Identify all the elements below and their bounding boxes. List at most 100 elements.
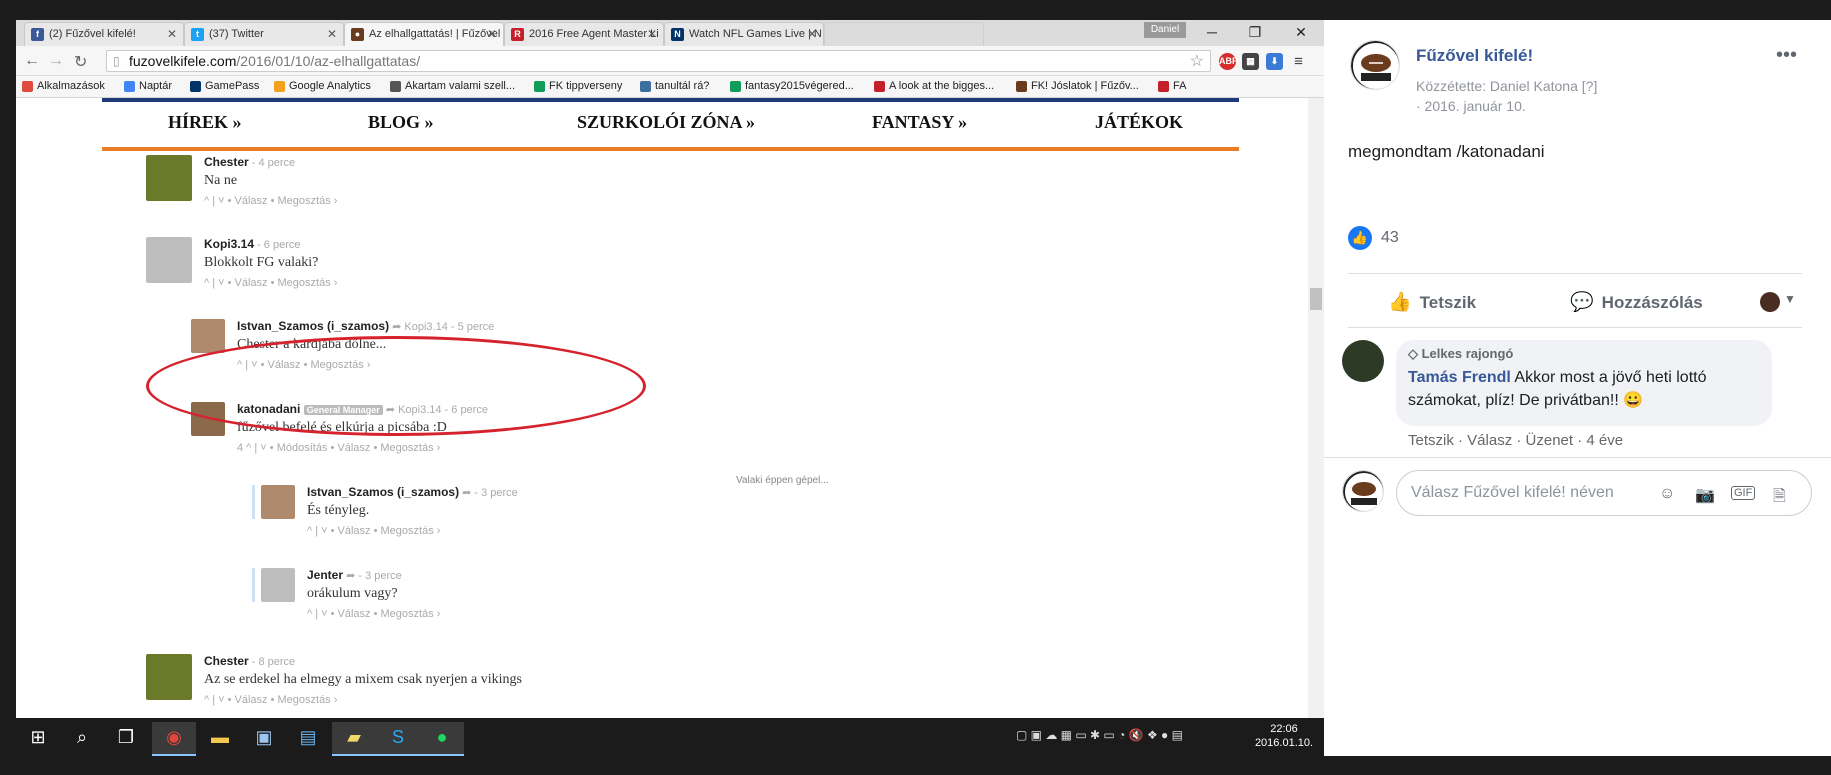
spotify-icon[interactable]: ● xyxy=(420,722,464,756)
nav-jatekok[interactable]: JÁTÉKOK xyxy=(1095,112,1183,133)
comment-actions[interactable]: ^ | ˅ • Válasz • Megosztás › xyxy=(307,608,440,620)
like-reaction-icon: 👍 xyxy=(1348,226,1372,250)
commenter-avatar[interactable] xyxy=(1342,340,1384,382)
close-icon[interactable]: ✕ xyxy=(167,27,177,41)
menu-icon[interactable]: ≡ xyxy=(1290,53,1307,70)
close-icon[interactable]: ✕ xyxy=(807,27,817,41)
extension-icon[interactable]: ▦ xyxy=(1242,53,1259,70)
comment-author[interactable]: Chester - 8 perce xyxy=(204,654,295,668)
bookmark-fa[interactable]: FA xyxy=(1158,80,1186,92)
tab-twitter[interactable]: t (37) Twitter ✕ xyxy=(184,22,344,46)
bookmark-akartam[interactable]: Akartam valami szell... xyxy=(390,80,515,92)
bookmark-espn[interactable]: A look at the bigges... xyxy=(874,80,994,92)
sticker-icon[interactable]: 🗎 xyxy=(1773,485,1786,512)
page-scrollbar[interactable] xyxy=(1308,98,1324,738)
bookmark-fk-joslatok[interactable]: FK! Jóslatok | Fűzőv... xyxy=(1016,80,1139,92)
bookmark-tanultal[interactable]: tanultál rá? xyxy=(640,80,709,92)
comment-actions[interactable]: ^ | ˅ • Válasz • Megosztás › xyxy=(204,195,337,207)
reply-avatar[interactable] xyxy=(1342,470,1384,512)
bookmark-label: tanultál rá? xyxy=(655,80,710,92)
avatar[interactable] xyxy=(146,654,192,700)
author-name[interactable]: Kopi3.14 xyxy=(204,237,254,251)
reload-icon[interactable]: ↻ xyxy=(74,52,87,72)
nav-hirek[interactable]: HÍREK » xyxy=(168,112,242,133)
author-name[interactable]: Istvan_Szamos (i_szamos) xyxy=(237,319,389,333)
comment-author[interactable]: Chester - 4 perce xyxy=(204,155,295,169)
close-icon[interactable]: ✕ xyxy=(327,27,337,41)
comment-button[interactable]: 💬 Hozzászólás xyxy=(1570,290,1703,314)
comment-actions[interactable]: 4 ^ | ˅ • Módosítás • Válasz • Megosztás… xyxy=(237,442,440,454)
bookmark-apps[interactable]: Alkalmazások xyxy=(22,80,105,92)
avatar[interactable] xyxy=(146,155,192,201)
folder-icon[interactable]: ▰ xyxy=(332,722,376,756)
scrollbar-thumb[interactable] xyxy=(1310,288,1322,310)
like-button[interactable]: 👍 Tetszik xyxy=(1388,290,1476,314)
reply-input[interactable]: Válasz Fűzővel kifelé! néven ☺ 📷 GIF 🗎 xyxy=(1396,470,1812,516)
emoji-icon[interactable]: ☺ xyxy=(1659,485,1675,503)
forward-arrow-icon[interactable]: → xyxy=(48,52,64,70)
posting-as-avatar[interactable] xyxy=(1760,292,1780,312)
avatar[interactable] xyxy=(261,568,295,602)
bookmark-gamepass[interactable]: GamePass xyxy=(190,80,259,92)
tab-facebook[interactable]: f (2) Fűzővel kifelé! ✕ xyxy=(24,22,184,46)
avatar[interactable] xyxy=(261,485,295,519)
bookmark-naptar[interactable]: Naptár xyxy=(124,80,172,92)
new-tab-button[interactable] xyxy=(824,22,984,46)
tab-fuzovel[interactable]: ● Az elhallgattatás! | Fűzővel ✕ xyxy=(344,22,504,46)
author-name[interactable]: Istvan_Szamos (i_szamos) xyxy=(307,485,459,499)
author-name[interactable]: Chester xyxy=(204,654,249,668)
more-options-icon[interactable]: ••• xyxy=(1776,44,1797,67)
tab-rotoworld[interactable]: R 2016 Free Agent Master Li ✕ xyxy=(504,22,664,46)
author-name[interactable]: Chester xyxy=(204,155,249,169)
tab-nfl[interactable]: N Watch NFL Games Live | N ✕ xyxy=(664,22,824,46)
notification-tray-icons[interactable]: ▢ ▣ ☁ ▦ ▭ ✱ ▭ ◔ 🔇 ❖ ● ▤ xyxy=(1016,728,1183,742)
comment-actions[interactable]: ^ | ˅ • Válasz • Megosztás › xyxy=(204,277,337,289)
comment-text: Blokkolt FG valaki? xyxy=(204,255,319,270)
network-app-icon[interactable]: ▤ xyxy=(286,722,330,756)
window-user-badge: Daniel xyxy=(1144,22,1186,38)
url-input[interactable]: ▯ fuzovelkifele.com/2016/01/10/az-elhall… xyxy=(106,50,1211,72)
task-view-icon[interactable]: ❐ xyxy=(104,722,148,756)
close-icon[interactable]: ✕ xyxy=(647,27,657,41)
system-clock[interactable]: 22:06 2016.01.10. xyxy=(1254,722,1314,750)
chrome-icon[interactable]: ◉ xyxy=(152,722,196,756)
file-explorer-icon[interactable]: ▬ xyxy=(198,722,242,756)
windows-start-icon[interactable]: ⊞ xyxy=(16,722,60,756)
back-arrow-icon[interactable]: ← xyxy=(24,52,40,70)
bookmark-analytics[interactable]: Google Analytics xyxy=(274,80,371,92)
skype-icon[interactable]: S xyxy=(376,722,420,756)
camera-icon[interactable]: 📷 xyxy=(1695,485,1715,505)
comment-author[interactable]: Istvan_Szamos (i_szamos) ➦ - 3 perce xyxy=(307,485,518,499)
page-name-link[interactable]: Fűzővel kifelé! xyxy=(1416,46,1533,66)
avatar[interactable] xyxy=(191,319,225,353)
author-name[interactable]: Jenter xyxy=(307,568,343,582)
search-icon[interactable]: ⌕ xyxy=(60,722,104,756)
close-icon[interactable]: ✕ xyxy=(487,27,497,41)
avatar[interactable] xyxy=(146,237,192,283)
bookmark-label: Naptár xyxy=(139,80,173,92)
bookmark-fk-tipp[interactable]: FK tippverseny xyxy=(534,80,622,92)
post-date[interactable]: · 2016. január 10. xyxy=(1416,96,1597,116)
close-window-button[interactable]: ✕ xyxy=(1286,22,1316,42)
comment-author-link[interactable]: Tamás Frendl xyxy=(1408,369,1511,386)
star-icon[interactable]: ☆ xyxy=(1190,51,1204,71)
nav-szurkoloi-zona[interactable]: SZURKOLÓI ZÓNA » xyxy=(577,112,755,133)
download-extension-icon[interactable]: ⬇ xyxy=(1266,53,1283,70)
comment-actions[interactable]: ^ | ˅ • Válasz • Megosztás › xyxy=(307,525,440,537)
comment-author[interactable]: Istvan_Szamos (i_szamos) ➦ Kopi3.14 - 5 … xyxy=(237,319,494,333)
computer-icon[interactable]: ▣ xyxy=(242,722,286,756)
chevron-down-icon[interactable]: ▼ xyxy=(1784,292,1796,306)
gif-icon[interactable]: GIF xyxy=(1731,486,1756,500)
comment-actions[interactable]: Tetszik · Válasz · Üzenet · 4 éve xyxy=(1408,432,1623,449)
comment-author[interactable]: Jenter ➦ - 3 perce xyxy=(307,568,402,582)
nav-blog[interactable]: BLOG » xyxy=(368,112,434,133)
nav-fantasy[interactable]: FANTASY » xyxy=(872,112,967,133)
comment-actions[interactable]: ^ | ˅ • Válasz • Megosztás › xyxy=(204,694,337,706)
page-avatar[interactable] xyxy=(1350,40,1400,90)
adblock-icon[interactable]: ABP xyxy=(1219,53,1238,70)
comment-author[interactable]: Kopi3.14 - 6 perce xyxy=(204,237,300,251)
minimize-button[interactable]: ─ xyxy=(1197,22,1227,42)
bookmark-fantasy[interactable]: fantasy2015végered... xyxy=(730,80,854,92)
comment-label: Hozzászólás xyxy=(1601,293,1703,312)
maximize-button[interactable]: ❐ xyxy=(1240,22,1270,42)
